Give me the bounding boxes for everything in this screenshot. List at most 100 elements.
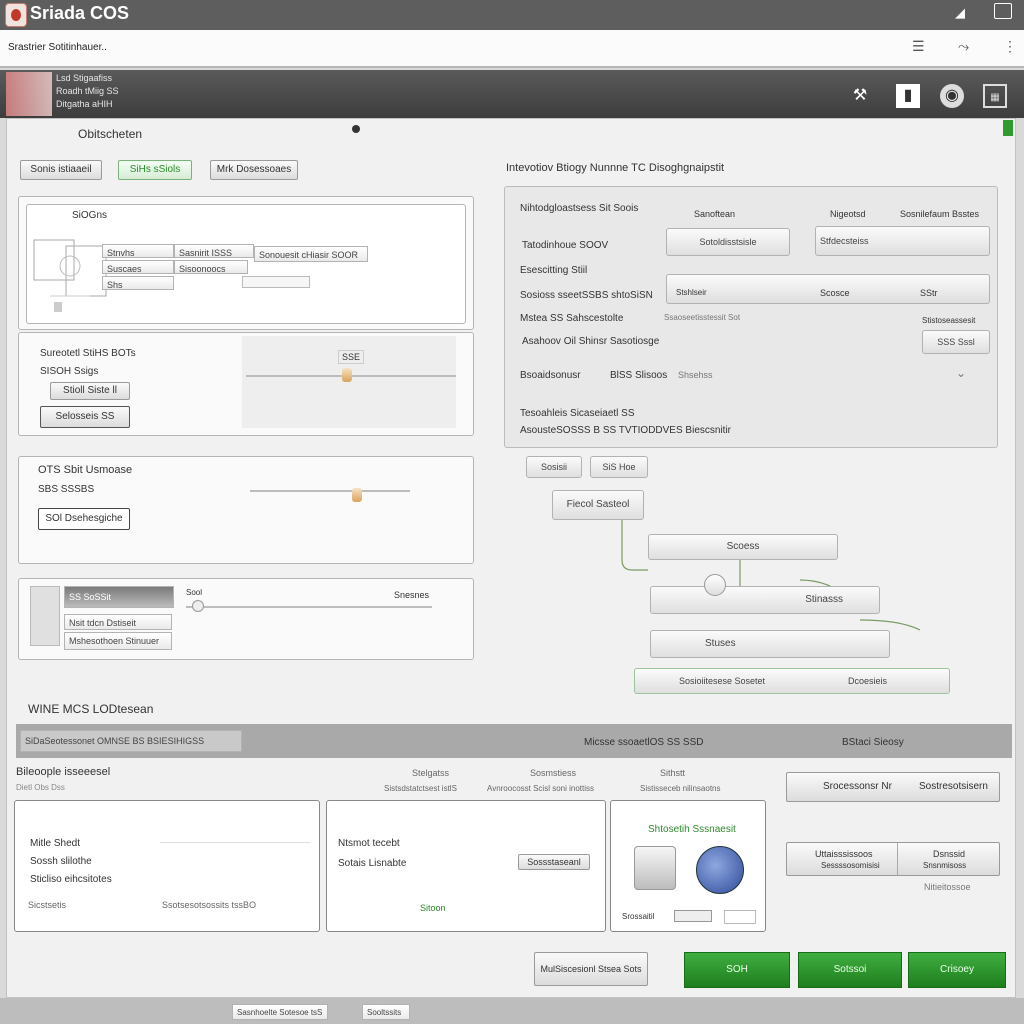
- left-button-1[interactable]: Sonis istiaaeil: [20, 160, 102, 180]
- panel-1-row-2[interactable]: Suscaes: [102, 260, 174, 274]
- window-icon[interactable]: [994, 3, 1012, 19]
- right-row-2-label: Esescitting Stiil: [520, 265, 588, 276]
- right-row-1-value-1[interactable]: Sotoldisstsisle: [666, 228, 790, 256]
- flow-node-5[interactable]: Sosioiitesese Sosetet Dcoesieis: [634, 668, 950, 694]
- right-action-1-b: Sostresotsisern: [919, 781, 988, 792]
- card-3-progress: [674, 910, 712, 922]
- panel-1-title: SiOGns: [72, 210, 108, 221]
- panel-1-field-2[interactable]: Sisoonoocs: [174, 260, 248, 274]
- panel-4-label: Sool: [186, 588, 203, 597]
- menu-label[interactable]: Srastrier Sotitinhauer..: [8, 42, 107, 53]
- right-action-button-1[interactable]: Srocessonsr Nr Sostresotsisern: [786, 772, 1000, 802]
- card-3-title: Shtosetih Sssnaesit: [648, 824, 736, 835]
- panel-3-slider-track[interactable]: [250, 490, 410, 492]
- card-1-foot-left: Sicstsetis: [28, 900, 67, 910]
- bottom-col-3-header: Sithstt: [660, 768, 686, 778]
- panel-2-button-2[interactable]: Selosseis SS: [40, 406, 130, 428]
- left-button-3[interactable]: Mrk Dosessoaes: [210, 160, 298, 180]
- flow-node-5-label: Sosioiitesese Sosetet: [679, 676, 766, 686]
- action-button-2[interactable]: Sotssoi: [798, 952, 902, 988]
- menu-bar: [0, 30, 1024, 68]
- right-col-2: Nigeotsd: [830, 209, 866, 219]
- panel-1-progress: [242, 276, 310, 288]
- right-action-2-a2: Sessssosomisisi: [821, 861, 880, 870]
- header-accent-image: [6, 72, 52, 116]
- link-icon[interactable]: ⤳: [958, 38, 969, 55]
- right-row-5-value[interactable]: SSS Sssl: [922, 330, 990, 354]
- card-1-divider: [160, 842, 310, 843]
- panel-1-row-3[interactable]: Shs: [102, 276, 174, 290]
- panel-2-title: Sureotetl StiHS BOTs: [40, 348, 136, 359]
- signal-icon[interactable]: ◢: [955, 5, 965, 21]
- card-1-row-3: Sticliso eihcsitotes: [30, 874, 112, 885]
- panel-1-field-3[interactable]: Sonouesit cHiasir SOOR: [254, 246, 368, 262]
- right-row-1-value-2[interactable]: Stfdecsteiss: [815, 226, 990, 256]
- right-row-3-value-3: SStr: [920, 288, 938, 298]
- header-line-2: Roadh tMiig SS: [56, 86, 119, 96]
- footer-tab-2[interactable]: Sooltssits: [362, 1004, 410, 1020]
- right-row-4-value-1: Ssaoseetisstessit Sot: [664, 313, 741, 322]
- panel-2-slider-knob[interactable]: [342, 368, 352, 382]
- right-header-label: Nihtodgloastsess Sit Soois: [520, 203, 639, 214]
- grid-icon[interactable]: ▦: [983, 84, 1007, 108]
- panel-3-button[interactable]: SOl Dsehesgiche: [38, 508, 130, 530]
- panel-2-subtitle: SISOH Ssigs: [40, 366, 99, 377]
- action-button-3[interactable]: Crisoey: [908, 952, 1006, 988]
- more-icon[interactable]: ⋮: [1003, 38, 1017, 55]
- tools-icon[interactable]: ⚒: [848, 84, 872, 108]
- bottom-col-3-sub: Sistisseceb nilinsaotns: [640, 784, 721, 793]
- right-footer-line-1: Tesoahleis Sicaseiaetl SS: [520, 408, 635, 419]
- panel-4-row-2[interactable]: Mshesothoen Stinuuer: [64, 632, 172, 650]
- action-button-1[interactable]: SOH: [684, 952, 790, 988]
- panel-1-field-1[interactable]: Sasnirit ISSS: [174, 244, 254, 258]
- header-line-1: Lsd Stigaafiss: [56, 73, 113, 83]
- document-icon[interactable]: ▮: [896, 84, 920, 108]
- action-left-button[interactable]: MulSiscesionl Stsea Sots: [534, 952, 648, 986]
- left-section-title: Obitscheten: [78, 127, 143, 141]
- panel-1-row-1[interactable]: Stnvhs: [102, 244, 174, 258]
- status-indicator: [1003, 120, 1013, 136]
- panel-4-slider-track[interactable]: [186, 606, 432, 608]
- panel-3-subtitle: SBS SSSBS: [38, 484, 95, 495]
- menu-lines-icon[interactable]: ☰: [912, 38, 925, 55]
- card-3-toggle[interactable]: [724, 910, 756, 924]
- right-row-4-label: Mstea SS Sahscestolte: [520, 313, 624, 324]
- card-2-row-1: Ntsmot tecebt: [338, 838, 400, 849]
- flow-node-5-right: Dcoesieis: [847, 676, 887, 686]
- right-action-button-2[interactable]: Uttaisssissoos Sessssosomisisi Dsnssid S…: [786, 842, 1000, 876]
- mini-button-1[interactable]: Sosisii: [526, 456, 582, 478]
- bottom-band-field[interactable]: SiDaSeotessonet OMNSE BS BSIESIHIGSS: [20, 730, 242, 752]
- bottom-col-1-sub: Sistsdstatctsest istlS: [384, 784, 457, 793]
- flow-node-circle[interactable]: [704, 574, 726, 596]
- right-col-1: Sanoftean: [694, 209, 736, 219]
- panel-4-row-1[interactable]: Nsit tdcn Dstiseit: [64, 614, 172, 630]
- card-1-foot-right: Ssotsesotsossits tssBO: [162, 900, 257, 910]
- right-row-1-label: Tatodinhoue SOOV: [522, 240, 609, 251]
- panel-4-slider-knob[interactable]: [192, 600, 204, 612]
- flow-node-3[interactable]: Stinasss: [650, 586, 880, 614]
- panel-3-slider-knob[interactable]: [352, 488, 362, 502]
- card-1-row-2: Sossh slilothe: [30, 856, 92, 867]
- flow-node-4[interactable]: Stuses: [650, 630, 890, 658]
- bottom-title: WINE MCS LODtesean: [28, 702, 154, 716]
- flow-node-2[interactable]: Scoess: [648, 534, 838, 560]
- panel-4-thumbnail-image: [30, 586, 60, 646]
- card-2-foot: Sitoon: [420, 903, 446, 913]
- panel-4-chip[interactable]: SS SoSSit: [64, 586, 174, 608]
- dot-icon: [352, 125, 360, 133]
- footer-tab-1[interactable]: Sasnhoelte Sotesoe tsS: [232, 1004, 328, 1020]
- bottom-col-1-header: Stelgatss: [412, 768, 450, 778]
- mini-button-2[interactable]: SiS Hoe: [590, 456, 648, 478]
- panel-2-button-1[interactable]: Stioll Siste ll: [50, 382, 130, 400]
- expand-icon[interactable]: ⌄: [956, 366, 966, 380]
- flow-node-1[interactable]: Fiecol Sasteol: [552, 490, 644, 520]
- right-caption: Nitieitossoe: [924, 882, 971, 892]
- card-3-foot: Srossaitil: [622, 912, 655, 921]
- card-2-button[interactable]: Sossstaseanl: [518, 854, 590, 870]
- left-button-2[interactable]: SiHs sSiols: [118, 160, 192, 180]
- right-row-6-label: Bsoaidsonusr: [520, 370, 581, 381]
- globe-icon[interactable]: ◉: [940, 84, 964, 108]
- app-logo: [5, 3, 27, 27]
- card-2-row-2: Sotais Lisnabte: [338, 858, 407, 869]
- right-col-3: Sosnilefaum Bsstes: [900, 209, 980, 219]
